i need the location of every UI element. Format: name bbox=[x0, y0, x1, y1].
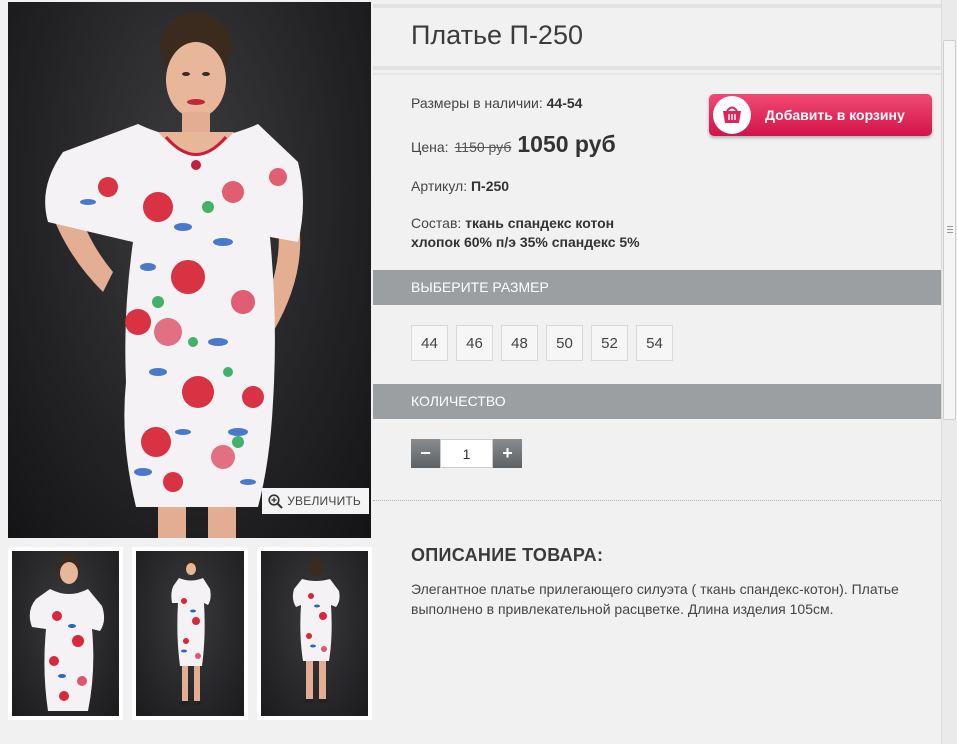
size-option-50[interactable]: 50 bbox=[546, 325, 583, 361]
page-scrollbar[interactable] bbox=[941, 0, 957, 744]
thumbnail-image-3 bbox=[292, 558, 340, 703]
top-divider bbox=[373, 4, 941, 8]
description-title: ОПИСАНИЕ ТОВАРА: bbox=[411, 545, 604, 565]
size-option-54[interactable]: 54 bbox=[636, 325, 673, 361]
composition: Состав: ткань спандекс котон хлопок 60% … bbox=[411, 214, 640, 252]
composition-value-line1: ткань спандекс котон bbox=[465, 215, 615, 231]
basket-icon bbox=[713, 96, 751, 134]
description-divider bbox=[373, 500, 941, 501]
article-row: Артикул: П-250 bbox=[411, 178, 509, 194]
thumbnail-image-1 bbox=[29, 555, 105, 711]
size-option-52[interactable]: 52 bbox=[591, 325, 628, 361]
product-title: Платье П-250 bbox=[411, 20, 583, 50]
composition-label: Состав: bbox=[411, 215, 462, 231]
price-row: Цена: 1150 руб 1050 руб bbox=[411, 131, 616, 158]
thumbnail-front-closeup[interactable] bbox=[8, 547, 124, 720]
thumbnail-image-2 bbox=[171, 558, 211, 705]
size-option-46[interactable]: 46 bbox=[456, 325, 493, 361]
add-to-cart-label: Добавить в корзину bbox=[765, 107, 905, 123]
title-divider-secondary bbox=[373, 73, 941, 75]
old-price: 1150 руб bbox=[454, 139, 512, 155]
price-label: Цена: bbox=[411, 139, 449, 155]
quantity-section-header: КОЛИЧЕСТВО bbox=[373, 384, 941, 419]
zoom-button-label: УВЕЛИЧИТЬ bbox=[287, 494, 361, 508]
quantity-decrease-button[interactable]: − bbox=[411, 439, 440, 468]
scrollbar-thumb[interactable] bbox=[943, 40, 956, 420]
title-divider bbox=[373, 66, 941, 70]
available-sizes-value: 44-54 bbox=[546, 95, 583, 111]
size-selector: 44 46 48 50 52 54 bbox=[411, 325, 673, 361]
thumbnail-gallery bbox=[8, 547, 372, 722]
add-to-cart-button[interactable]: Добавить в корзину bbox=[709, 94, 932, 136]
thumbnail-back-full[interactable] bbox=[256, 547, 372, 720]
size-section-header: ВЫБЕРИТЕ РАЗМЕР bbox=[373, 270, 941, 305]
thumbnail-front-full[interactable] bbox=[132, 547, 248, 720]
description-text: Элегантное платье прилегающего силуэта (… bbox=[411, 581, 899, 617]
zoom-button[interactable]: УВЕЛИЧИТЬ bbox=[262, 488, 369, 514]
quantity-increase-button[interactable]: + bbox=[493, 439, 522, 468]
article-label: Артикул: bbox=[411, 178, 468, 194]
current-price: 1050 руб bbox=[517, 131, 616, 157]
composition-value-line2: хлопок 60% п/э 35% спандекс 5% bbox=[411, 234, 640, 250]
article-value: П-250 bbox=[470, 178, 510, 194]
size-option-44[interactable]: 44 bbox=[411, 325, 448, 361]
available-sizes: Размеры в наличии: 44-54 bbox=[411, 95, 582, 111]
main-product-photo[interactable]: УВЕЛИЧИТЬ bbox=[8, 2, 371, 538]
quantity-stepper: − + bbox=[411, 439, 522, 468]
dress-model-image bbox=[45, 13, 304, 538]
available-sizes-label: Размеры в наличии: bbox=[411, 95, 543, 111]
zoom-in-icon bbox=[268, 493, 283, 509]
quantity-input[interactable] bbox=[440, 439, 493, 468]
scrollbar-grip-icon bbox=[947, 226, 953, 233]
size-option-48[interactable]: 48 bbox=[501, 325, 538, 361]
